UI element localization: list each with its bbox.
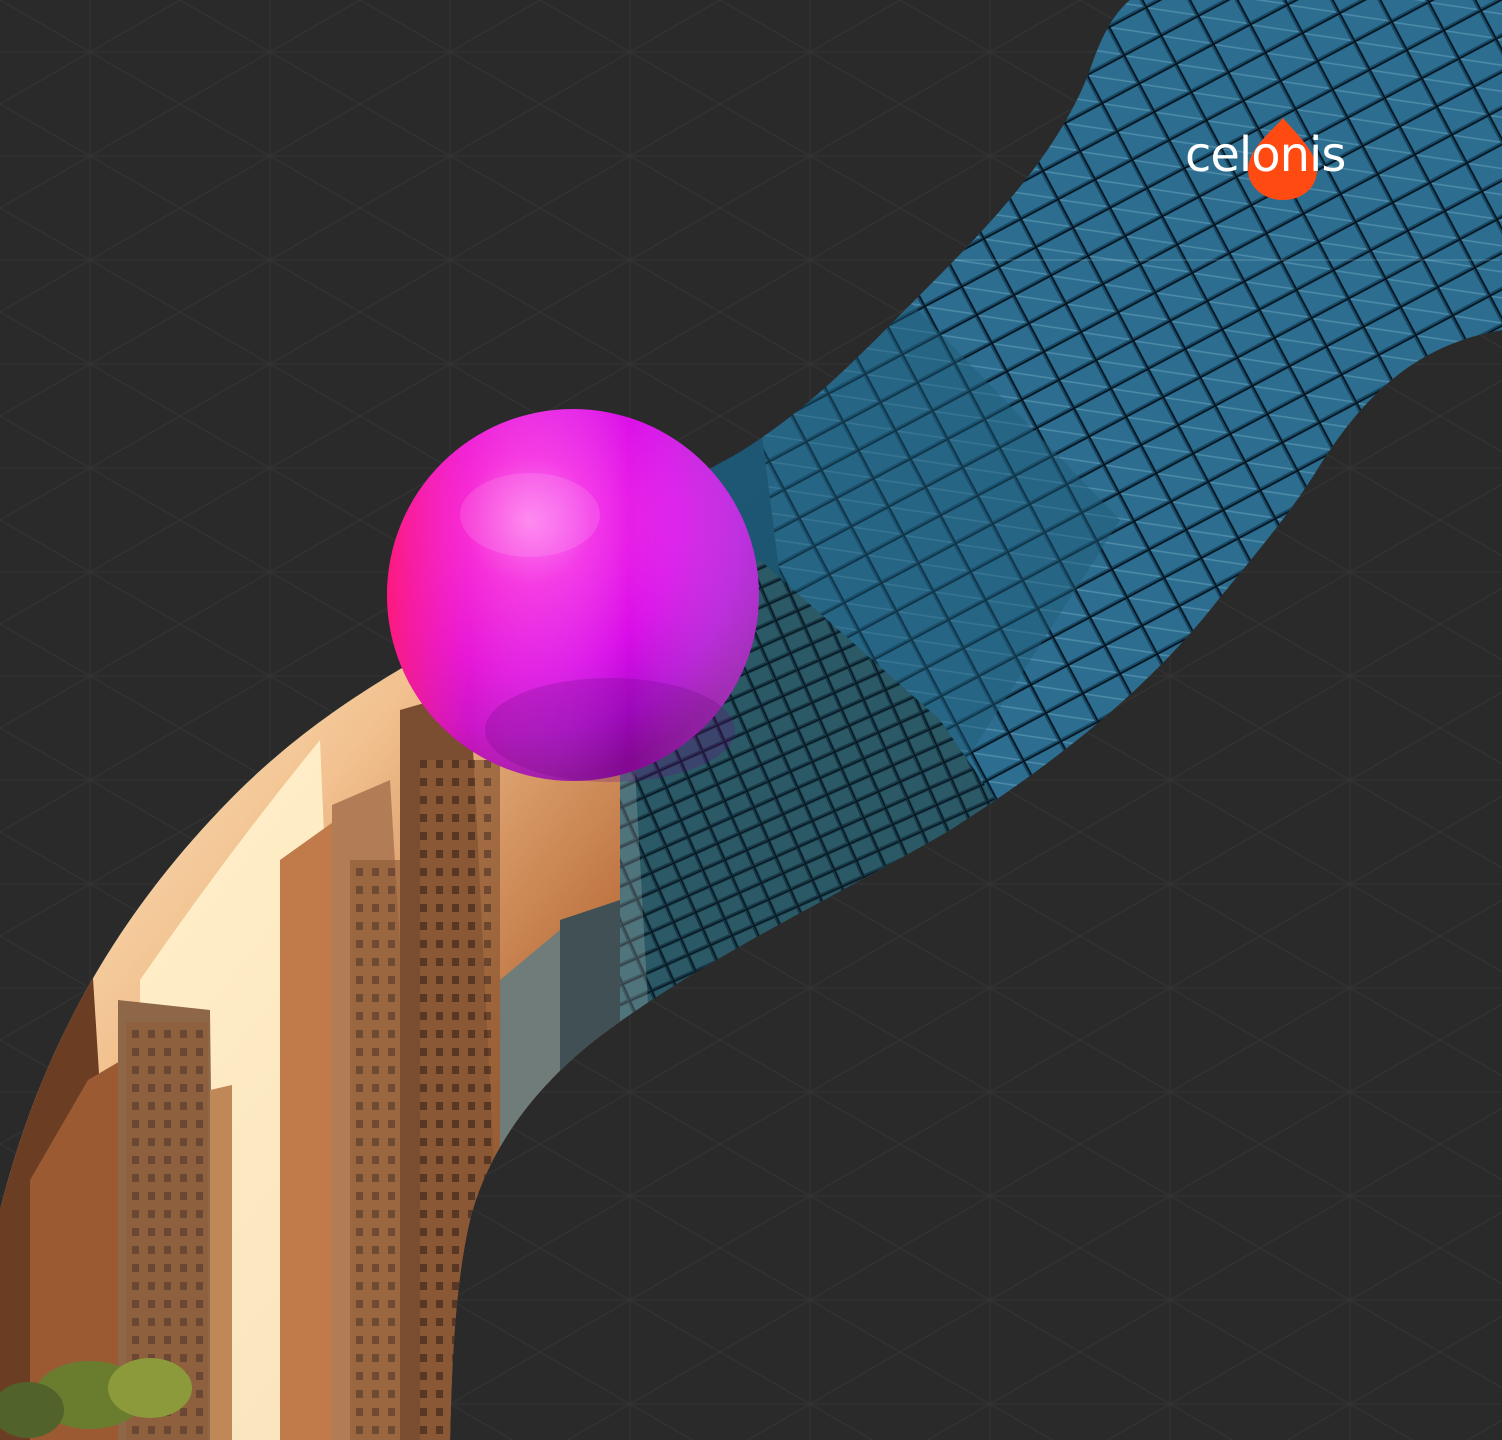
magenta-sphere-icon [387, 409, 759, 782]
hero-illustration [0, 0, 1502, 1440]
hero-artwork: celonis [0, 0, 1502, 1440]
celonis-logo: celonis [1183, 118, 1383, 204]
brand-wordmark: celonis [1185, 127, 1346, 183]
